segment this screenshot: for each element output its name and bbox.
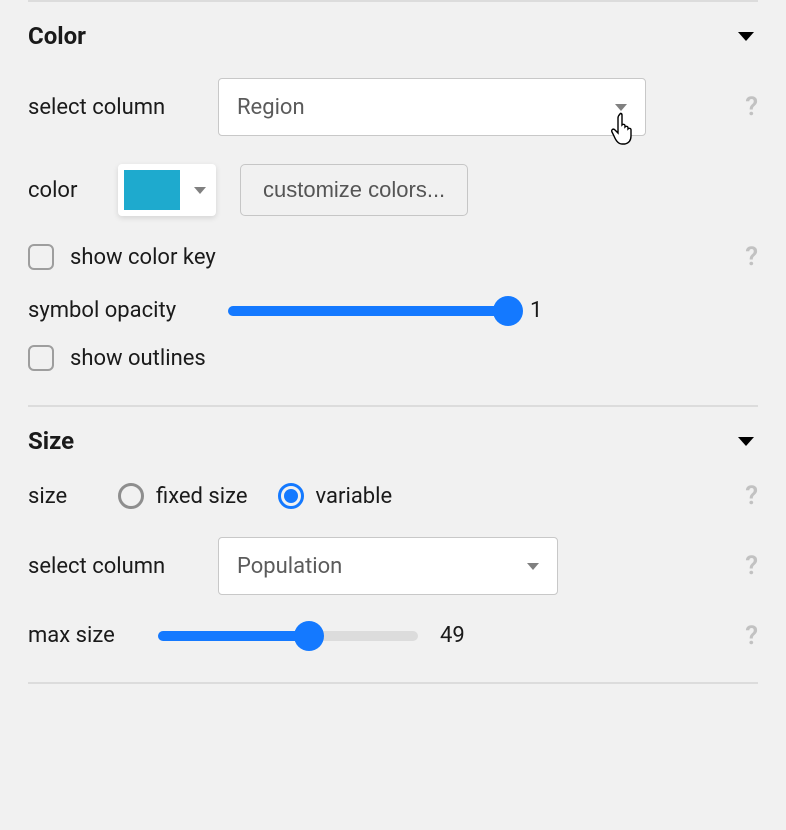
help-icon[interactable]: ? xyxy=(745,551,758,581)
show-outlines-label: show outlines xyxy=(70,346,206,371)
size-radio-fixed-label: fixed size xyxy=(156,484,248,509)
symbol-opacity-slider[interactable] xyxy=(228,306,508,316)
size-select-column-dropdown[interactable]: Population xyxy=(218,537,558,595)
symbol-opacity-value: 1 xyxy=(530,298,542,323)
show-color-key-checkbox[interactable] xyxy=(28,244,54,270)
help-icon[interactable]: ? xyxy=(745,92,758,122)
help-icon[interactable]: ? xyxy=(745,481,758,511)
size-label: size xyxy=(28,484,118,509)
chevron-down-icon xyxy=(734,429,758,453)
slider-thumb[interactable] xyxy=(493,296,523,326)
color-select-column-value: Region xyxy=(237,95,305,120)
dropdown-caret-icon xyxy=(615,104,627,111)
size-radio-fixed[interactable] xyxy=(118,483,144,509)
slider-thumb[interactable] xyxy=(294,621,324,651)
max-size-label: max size xyxy=(28,623,158,648)
dropdown-caret-icon xyxy=(194,187,206,194)
show-outlines-checkbox[interactable] xyxy=(28,345,54,371)
symbol-opacity-label: symbol opacity xyxy=(28,298,228,323)
help-icon[interactable]: ? xyxy=(745,621,758,651)
select-column-label: select column xyxy=(28,95,218,120)
help-icon[interactable]: ? xyxy=(745,242,758,272)
max-size-slider[interactable] xyxy=(158,631,418,641)
show-color-key-label: show color key xyxy=(70,245,216,270)
section-title-color: Color xyxy=(28,22,86,50)
color-swatch-picker[interactable] xyxy=(118,164,216,216)
size-select-column-value: Population xyxy=(237,554,342,579)
color-select-column-dropdown[interactable]: Region xyxy=(218,78,646,136)
color-swatch xyxy=(124,170,180,210)
size-radio-variable-label: variable xyxy=(316,484,393,509)
section-title-size: Size xyxy=(28,427,74,455)
color-section-header[interactable]: Color xyxy=(28,2,758,78)
customize-colors-button[interactable]: customize colors... xyxy=(240,164,468,216)
size-section-header[interactable]: Size xyxy=(28,407,758,483)
size-select-column-label: select column xyxy=(28,554,218,579)
max-size-value: 49 xyxy=(440,623,465,648)
chevron-down-icon xyxy=(734,24,758,48)
size-radio-variable[interactable] xyxy=(278,483,304,509)
color-label: color xyxy=(28,178,118,203)
dropdown-caret-icon xyxy=(527,563,539,570)
